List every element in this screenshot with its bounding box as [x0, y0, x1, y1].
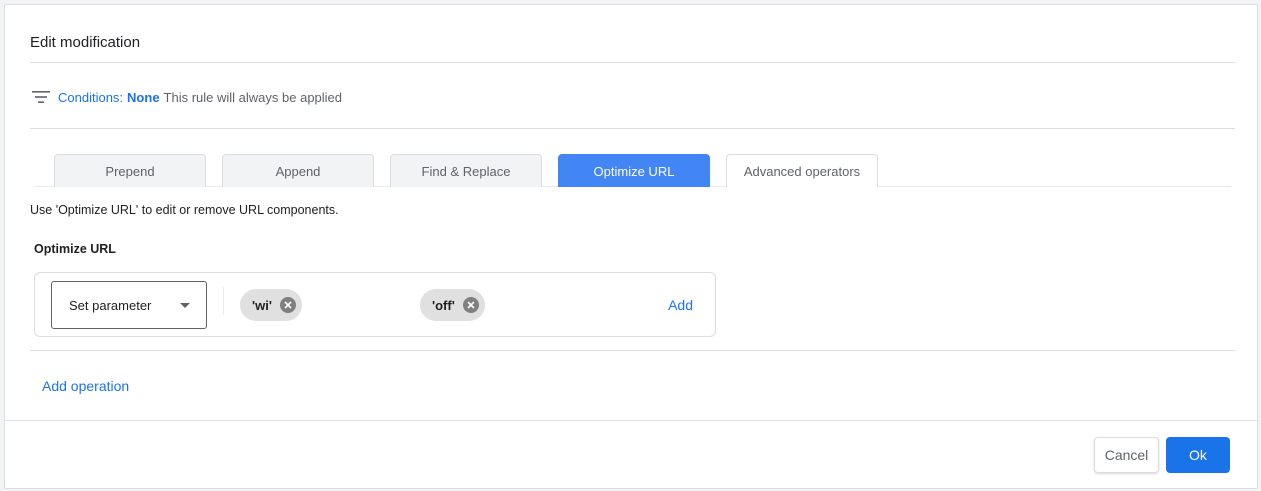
tab-prepend[interactable]: Prepend: [54, 154, 206, 187]
operations-divider: [30, 350, 1235, 351]
filter-list-icon: [31, 90, 51, 104]
operation-divider: [223, 287, 224, 315]
conditions-divider: [30, 128, 1235, 129]
tab-optimize-url[interactable]: Optimize URL: [558, 154, 710, 187]
add-link[interactable]: Add: [668, 297, 693, 313]
edit-modification-dialog: Edit modification Conditions: None This …: [4, 4, 1258, 489]
value-chip-label: 'off': [432, 297, 455, 313]
title-divider: [30, 62, 1235, 63]
ok-button[interactable]: Ok: [1166, 437, 1230, 473]
operation-type-select[interactable]: Set parameter: [51, 281, 207, 329]
tab-append[interactable]: Append: [222, 154, 374, 187]
tab-advanced-operators[interactable]: Advanced operators: [726, 154, 878, 187]
parameter-chip: 'wi': [240, 289, 302, 321]
remove-chip-icon[interactable]: [462, 297, 479, 313]
parameter-chip-label: 'wi': [252, 297, 272, 313]
conditions-row[interactable]: Conditions: None This rule will always b…: [31, 88, 342, 106]
cancel-button[interactable]: Cancel: [1094, 437, 1159, 473]
operation-type-value: Set parameter: [69, 297, 152, 313]
conditions-value[interactable]: None: [127, 90, 160, 105]
operation-row: Set parameter 'wi' 'off' Add: [34, 272, 716, 337]
footer-divider: [5, 420, 1257, 421]
remove-chip-icon[interactable]: [279, 297, 296, 313]
dialog-title: Edit modification: [30, 34, 141, 51]
conditions-label[interactable]: Conditions:: [58, 90, 123, 105]
chevron-down-icon: [180, 303, 190, 308]
section-label: Optimize URL: [34, 242, 116, 256]
conditions-description: This rule will always be applied: [163, 89, 343, 105]
tab-find-replace[interactable]: Find & Replace: [390, 154, 542, 187]
add-operation-link[interactable]: Add operation: [42, 378, 129, 394]
help-text: Use 'Optimize URL' to edit or remove URL…: [30, 203, 339, 217]
value-chip: 'off': [420, 289, 485, 321]
